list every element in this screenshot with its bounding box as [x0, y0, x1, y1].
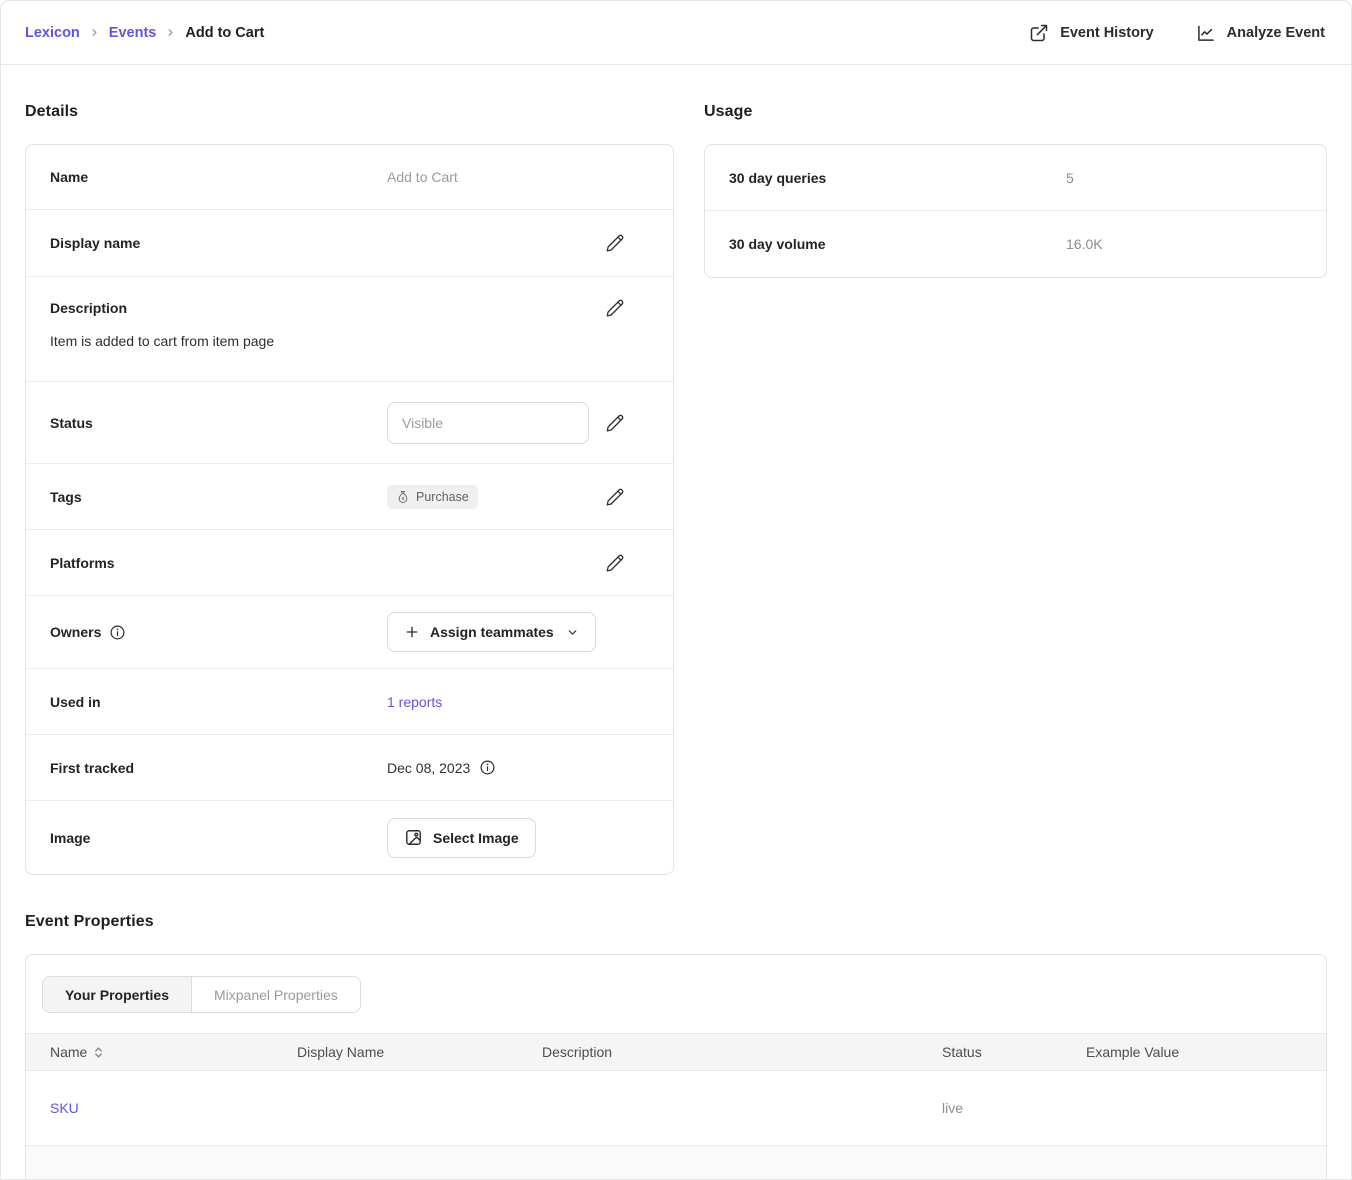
usage-card: 30 day queries 5 30 day volume 16.0K: [704, 144, 1327, 278]
tag-purchase[interactable]: $ Purchase: [387, 485, 478, 509]
property-status: live: [942, 1100, 1086, 1116]
line-chart-icon: [1196, 23, 1216, 43]
column-header-status: Status: [942, 1044, 1086, 1060]
usage-title: Usage: [704, 103, 1327, 121]
pencil-icon: [605, 413, 625, 433]
name-column-label: Name: [50, 1044, 87, 1060]
breadcrumb-lexicon[interactable]: Lexicon: [25, 25, 80, 41]
top-bar: Lexicon Events Add to Cart Event History: [1, 1, 1351, 65]
edit-status-button[interactable]: [603, 411, 627, 435]
platforms-label: Platforms: [50, 555, 387, 571]
event-properties-section: Event Properties Your Properties Mixpane…: [25, 913, 1327, 1180]
detail-row-platforms: Platforms: [26, 530, 673, 596]
pencil-icon: [605, 298, 625, 318]
event-properties-title: Event Properties: [25, 913, 1327, 931]
detail-row-used-in: Used in 1 reports: [26, 669, 673, 735]
status-label: Status: [50, 415, 387, 431]
select-image-label: Select Image: [433, 830, 519, 846]
event-properties-card: Your Properties Mixpanel Properties Name…: [25, 954, 1327, 1180]
column-header-name[interactable]: Name: [50, 1044, 297, 1060]
assign-teammates-button[interactable]: Assign teammates: [387, 612, 596, 652]
edit-platforms-button[interactable]: [603, 551, 627, 575]
chevron-right-icon: [165, 27, 176, 38]
properties-tabs: Your Properties Mixpanel Properties: [26, 955, 1326, 1033]
usage-row-queries: 30 day queries 5: [705, 145, 1326, 211]
owners-label: Owners: [50, 624, 101, 640]
properties-table-header: Name Display Name Description Status Exa…: [26, 1033, 1326, 1071]
plus-icon: [404, 624, 420, 640]
lexicon-event-detail-page: Lexicon Events Add to Cart Event History: [0, 0, 1352, 1180]
column-header-description: Description: [542, 1044, 942, 1060]
property-status: live: [942, 1176, 1086, 1180]
select-image-button[interactable]: Select Image: [387, 818, 536, 858]
edit-display-name-button[interactable]: [603, 231, 627, 255]
description-label: Description: [50, 300, 387, 316]
breadcrumb-current-event: Add to Cart: [185, 25, 264, 41]
tags-label: Tags: [50, 489, 387, 505]
property-link[interactable]: Scroll %: [50, 1176, 101, 1180]
description-value: Item is added to cart from item page: [50, 333, 627, 349]
column-header-display-name: Display Name: [297, 1044, 542, 1060]
info-icon[interactable]: [479, 759, 496, 776]
money-bag-icon: $: [396, 490, 410, 504]
name-label: Name: [50, 169, 387, 185]
pencil-icon: [605, 553, 625, 573]
tab-your-properties[interactable]: Your Properties: [43, 977, 192, 1012]
detail-row-image: Image Select Image: [26, 801, 673, 874]
status-select[interactable]: Visible: [387, 402, 589, 444]
edit-description-button[interactable]: [603, 296, 627, 320]
display-name-label: Display name: [50, 235, 387, 251]
chevron-right-icon: [89, 27, 100, 38]
breadcrumb: Lexicon Events Add to Cart: [25, 25, 264, 41]
details-title: Details: [25, 103, 674, 121]
queries-value: 5: [1066, 170, 1074, 186]
detail-row-first-tracked: First tracked Dec 08, 2023: [26, 735, 673, 801]
column-header-example-value: Example Value: [1086, 1044, 1326, 1060]
sort-icon: [94, 1046, 103, 1059]
chevron-down-icon: [566, 626, 579, 639]
analyze-event-button[interactable]: Analyze Event: [1196, 23, 1325, 43]
detail-row-status: Status Visible: [26, 382, 673, 464]
topbar-actions: Event History Analyze Event: [1029, 23, 1325, 43]
status-value: Visible: [402, 415, 443, 431]
property-link[interactable]: SKU: [50, 1100, 79, 1116]
usage-section: Usage 30 day queries 5 30 day volume 16.…: [704, 65, 1327, 278]
first-tracked-value: Dec 08, 2023: [387, 760, 470, 776]
analyze-event-label: Analyze Event: [1227, 25, 1325, 41]
page-content: Details Name Add to Cart Display name: [1, 65, 1351, 1180]
property-row-scroll-pct[interactable]: Scroll % live: [26, 1146, 1326, 1180]
detail-row-display-name: Display name: [26, 210, 673, 277]
breadcrumb-events[interactable]: Events: [109, 25, 157, 41]
detail-row-description: Description Item is added to cart from i…: [26, 277, 673, 382]
queries-label: 30 day queries: [729, 170, 1066, 186]
pencil-icon: [605, 233, 625, 253]
used-in-reports-link[interactable]: 1 reports: [387, 694, 442, 710]
usage-row-volume: 30 day volume 16.0K: [705, 211, 1326, 277]
svg-text:$: $: [402, 495, 405, 501]
info-icon[interactable]: [109, 624, 126, 641]
image-icon: [404, 828, 423, 847]
details-card: Name Add to Cart Display name: [25, 144, 674, 875]
external-link-icon: [1029, 23, 1049, 43]
used-in-label: Used in: [50, 694, 387, 710]
volume-value: 16.0K: [1066, 236, 1103, 252]
name-value: Add to Cart: [387, 169, 458, 185]
detail-row-name: Name Add to Cart: [26, 145, 673, 210]
tag-label: Purchase: [416, 490, 469, 504]
event-history-label: Event History: [1060, 25, 1153, 41]
assign-teammates-label: Assign teammates: [430, 624, 554, 640]
pencil-icon: [605, 487, 625, 507]
details-section: Details Name Add to Cart Display name: [25, 65, 674, 875]
tab-mixpanel-properties[interactable]: Mixpanel Properties: [192, 977, 360, 1012]
event-history-button[interactable]: Event History: [1029, 23, 1153, 43]
edit-tags-button[interactable]: [603, 485, 627, 509]
image-label: Image: [50, 830, 387, 846]
property-row-sku[interactable]: SKU live: [26, 1071, 1326, 1146]
first-tracked-label: First tracked: [50, 760, 387, 776]
volume-label: 30 day volume: [729, 236, 1066, 252]
detail-row-tags: Tags $ Purchase: [26, 464, 673, 530]
detail-row-owners: Owners Assign teammates: [26, 596, 673, 669]
